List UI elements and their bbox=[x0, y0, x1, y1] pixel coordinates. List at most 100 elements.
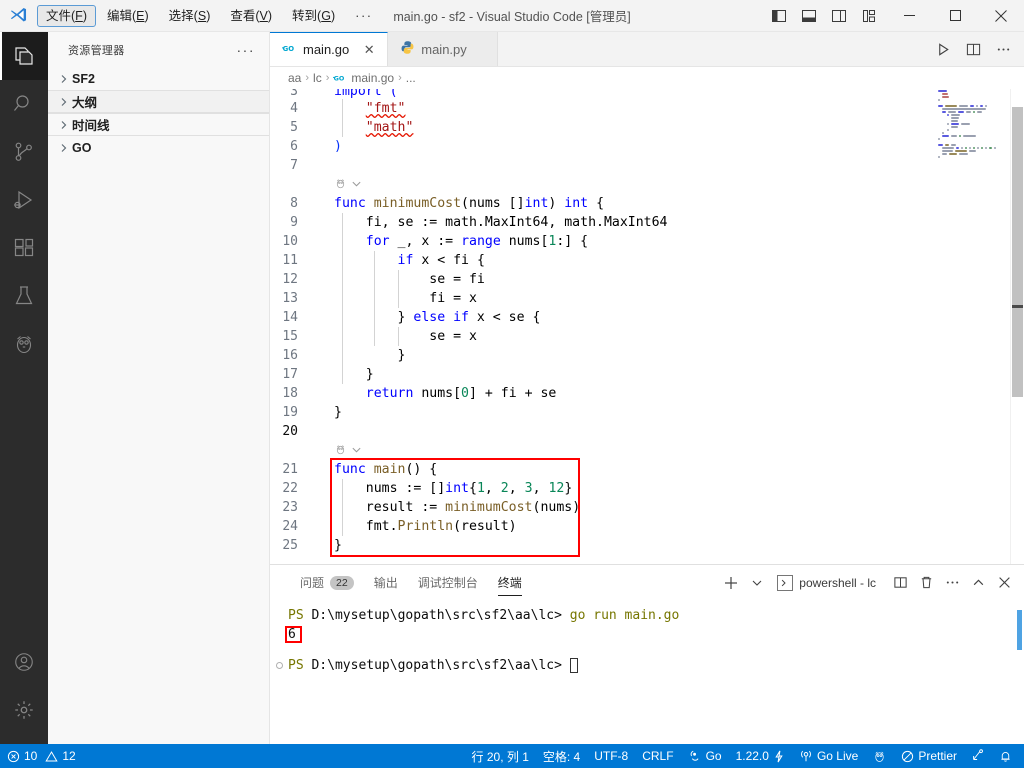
status-indentation[interactable]: 空格: 4 bbox=[536, 744, 587, 768]
maximize-icon[interactable] bbox=[932, 0, 978, 32]
code-line[interactable]: 19} bbox=[270, 403, 934, 422]
panel-tab-terminal[interactable]: 终端 bbox=[488, 565, 532, 600]
status-go-live[interactable]: Go Live bbox=[792, 744, 865, 768]
code-text: "fmt" bbox=[365, 101, 406, 116]
activity-source-control-icon[interactable] bbox=[0, 128, 48, 176]
code-line[interactable]: 22 nums := []int{1, 2, 3, 12} bbox=[270, 479, 934, 498]
sidebar-item-sf2[interactable]: SF2 bbox=[48, 67, 269, 90]
menu-edit[interactable]: 编辑(E) bbox=[98, 5, 158, 27]
code-line[interactable]: 10 for _, x := range nums[1:] { bbox=[270, 232, 934, 251]
scrollbar-thumb[interactable] bbox=[1012, 107, 1023, 397]
menu-more-icon[interactable]: ··· bbox=[345, 6, 383, 25]
chevron-down-icon[interactable] bbox=[351, 444, 362, 458]
code-line[interactable]: 3 import ( bbox=[270, 89, 934, 99]
tab-main-go[interactable]: GO main.go ✕ bbox=[270, 32, 389, 66]
menu-selection[interactable]: 选择(S) bbox=[160, 5, 220, 27]
split-icon[interactable] bbox=[888, 570, 912, 596]
code-line[interactable]: 21 func main() { bbox=[270, 460, 934, 479]
ellipsis-icon[interactable] bbox=[940, 570, 964, 596]
status-prettier[interactable]: Prettier bbox=[894, 744, 964, 768]
code-line[interactable]: 8 func minimumCost(nums []int) int { bbox=[270, 194, 934, 213]
minimap-token bbox=[944, 143, 950, 146]
status-notifications[interactable] bbox=[992, 744, 1024, 768]
status-language-mode[interactable]: Go bbox=[681, 744, 729, 768]
code-line[interactable]: 14 } else if x < se { bbox=[270, 308, 934, 327]
split-editor-icon[interactable] bbox=[960, 35, 986, 63]
code-line[interactable]: 17 } bbox=[270, 365, 934, 384]
status-go-version[interactable]: 1.22.0 bbox=[729, 744, 792, 768]
code-line[interactable]: 6) bbox=[270, 137, 934, 156]
code-line[interactable]: 20 bbox=[270, 422, 934, 441]
code-lens[interactable] bbox=[270, 175, 934, 194]
sidebar-item-outline[interactable]: 大纲 bbox=[48, 90, 269, 113]
code-text: for _, x := range nums[1:] { bbox=[365, 234, 589, 249]
panel-right-icon[interactable] bbox=[824, 1, 854, 31]
activity-run-debug-icon[interactable] bbox=[0, 176, 48, 224]
minimap-token bbox=[970, 104, 974, 107]
breadcrumb-item-aa[interactable]: aa bbox=[288, 71, 301, 85]
activity-go-gopher-icon[interactable] bbox=[0, 320, 48, 368]
close-icon[interactable] bbox=[978, 0, 1024, 32]
code-viewport[interactable]: 3 import (4 "fmt" 5 "math" 6) 7 8 func minimum… bbox=[270, 89, 934, 564]
status-encoding[interactable]: UTF-8 bbox=[587, 744, 635, 768]
menu-view[interactable]: 查看(V) bbox=[221, 5, 281, 27]
status-eol[interactable]: CRLF bbox=[635, 744, 680, 768]
trash-icon[interactable] bbox=[914, 570, 938, 596]
menu-go[interactable]: 转到(G) bbox=[283, 5, 344, 27]
code-line[interactable]: 25} bbox=[270, 536, 934, 555]
breadcrumb-item-symbols[interactable]: ... bbox=[406, 71, 416, 85]
activity-account-icon[interactable] bbox=[0, 638, 48, 686]
sidebar-more-actions-icon[interactable]: ··· bbox=[237, 42, 262, 58]
code-line[interactable]: 9 fi, se := math.MaxInt64, math.MaxInt64 bbox=[270, 213, 934, 232]
sidebar-item-timeline[interactable]: 时间线 bbox=[48, 113, 269, 136]
activity-gear-icon[interactable] bbox=[0, 686, 48, 734]
chevron-down-icon[interactable] bbox=[745, 570, 769, 596]
editor-scrollbar[interactable] bbox=[1010, 89, 1024, 564]
plus-icon[interactable] bbox=[719, 570, 743, 596]
status-remote-indicator[interactable] bbox=[964, 744, 992, 768]
chevron-up-icon[interactable] bbox=[966, 570, 990, 596]
activity-search-icon[interactable] bbox=[0, 80, 48, 128]
activity-extensions-icon[interactable] bbox=[0, 224, 48, 272]
code-line[interactable]: 15 se = x bbox=[270, 327, 934, 346]
sidebar-item-go[interactable]: GO bbox=[48, 136, 269, 159]
status-cursor-position[interactable]: 行 20, 列 1 bbox=[465, 744, 536, 768]
tab-main-py[interactable]: main.py bbox=[388, 32, 499, 66]
layout-grid-icon[interactable] bbox=[854, 1, 884, 31]
play-icon[interactable] bbox=[930, 35, 956, 63]
code-line[interactable]: 5 "math" bbox=[270, 118, 934, 137]
terminal-profile-selector[interactable]: powershell - lc bbox=[771, 573, 882, 593]
panel-tab-output[interactable]: 输出 bbox=[364, 565, 408, 600]
code-line[interactable]: 16 } bbox=[270, 346, 934, 365]
terminal-view[interactable]: PS D:\mysetup\gopath\src\sf2\aa\lc> go r… bbox=[270, 600, 1024, 744]
code-line[interactable]: 24 fmt.Println(result) bbox=[270, 517, 934, 536]
ellipsis-icon[interactable] bbox=[990, 35, 1016, 63]
go-file-icon: GO bbox=[282, 41, 297, 59]
minimap[interactable] bbox=[934, 89, 1010, 564]
activity-testing-beaker-icon[interactable] bbox=[0, 272, 48, 320]
chevron-down-icon[interactable] bbox=[351, 178, 362, 192]
terminal-scrollbar[interactable] bbox=[1017, 610, 1022, 650]
breadcrumb-item-file[interactable]: main.go bbox=[351, 71, 394, 85]
command-decoration-icon bbox=[276, 662, 283, 669]
code-lens[interactable] bbox=[270, 441, 934, 460]
panel-bottom-icon[interactable] bbox=[794, 1, 824, 31]
code-line[interactable]: 18 return nums[0] + fi + se bbox=[270, 384, 934, 403]
panel-tab-debug-console[interactable]: 调试控制台 bbox=[408, 565, 488, 600]
code-line[interactable]: 11 if x < fi { bbox=[270, 251, 934, 270]
tab-close-icon[interactable]: ✕ bbox=[361, 42, 377, 58]
code-line[interactable]: 12 se = fi bbox=[270, 270, 934, 289]
breadcrumb-item-lc[interactable]: lc bbox=[313, 71, 322, 85]
activity-explorer-files-icon[interactable] bbox=[0, 32, 48, 80]
code-line[interactable]: 23 result := minimumCost(nums) bbox=[270, 498, 934, 517]
panel-left-icon[interactable] bbox=[764, 1, 794, 31]
code-line[interactable]: 7 bbox=[270, 156, 934, 175]
status-problems[interactable]: 10 12 bbox=[0, 744, 83, 768]
minimize-icon[interactable] bbox=[886, 0, 932, 32]
close-icon[interactable] bbox=[992, 570, 1016, 596]
code-line[interactable]: 4 "fmt" bbox=[270, 99, 934, 118]
code-line[interactable]: 13 fi = x bbox=[270, 289, 934, 308]
panel-tab-problems[interactable]: 问题 22 bbox=[290, 565, 364, 600]
menu-file[interactable]: 文件(F) bbox=[37, 4, 96, 27]
status-gopher[interactable] bbox=[865, 744, 894, 768]
